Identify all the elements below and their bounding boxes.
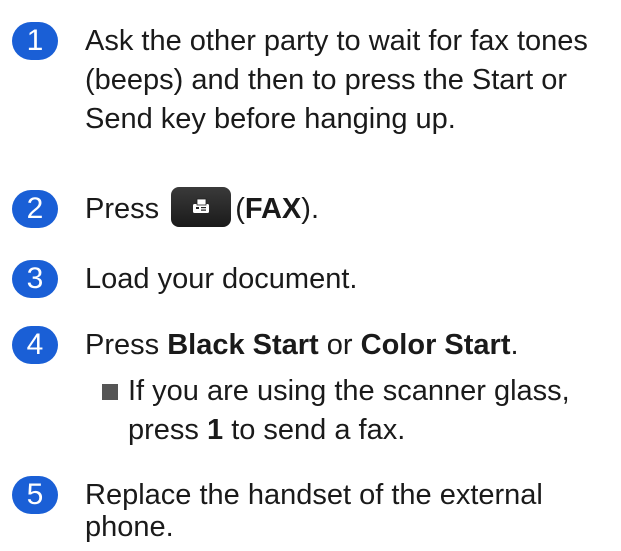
step-4-or: or: [326, 329, 353, 361]
fax-button[interactable]: [171, 187, 232, 228]
fax-label: FAX: [244, 193, 302, 225]
step-2-post: ).: [301, 193, 319, 225]
step-4-sub-line-2: press 1 to send a fax.: [128, 411, 405, 450]
bullet-square: [102, 384, 118, 400]
step-1-line-3: Send key before hanging up.: [85, 103, 456, 135]
step-1-line-2: (beeps) and then to press the Start or: [85, 64, 567, 96]
step-number-badge: 3: [12, 260, 58, 298]
step-4-text: Press Black Start or Color Start.: [85, 326, 519, 365]
step-1-line-1: Ask the other party to wait for fax tone…: [85, 25, 588, 57]
step-2-paren-open: (: [235, 193, 245, 225]
step-4-sub-line-1: If you are using the scanner glass,: [128, 375, 570, 407]
step-4-sub-post: to send a fax.: [231, 414, 406, 446]
step-number-badge: 4: [12, 326, 58, 364]
step-4-period: .: [510, 329, 519, 361]
key-1-label: 1: [206, 414, 224, 446]
step-number-badge: 1: [12, 22, 58, 60]
black-start-label: Black Start: [167, 329, 319, 361]
step-2-press: Press: [85, 193, 160, 225]
step-3-text: Load your document.: [85, 263, 358, 295]
step-2-text: Press (FAX).: [85, 187, 319, 230]
step-5-line-2: phone.: [85, 511, 174, 543]
step-4-press: Press: [85, 329, 160, 361]
step-number-badge: 2: [12, 190, 58, 228]
step-4-sub-press: press: [128, 414, 199, 446]
step-number-badge: 5: [12, 476, 58, 514]
color-start-label: Color Start: [360, 329, 511, 361]
fax-icon: [193, 198, 210, 214]
